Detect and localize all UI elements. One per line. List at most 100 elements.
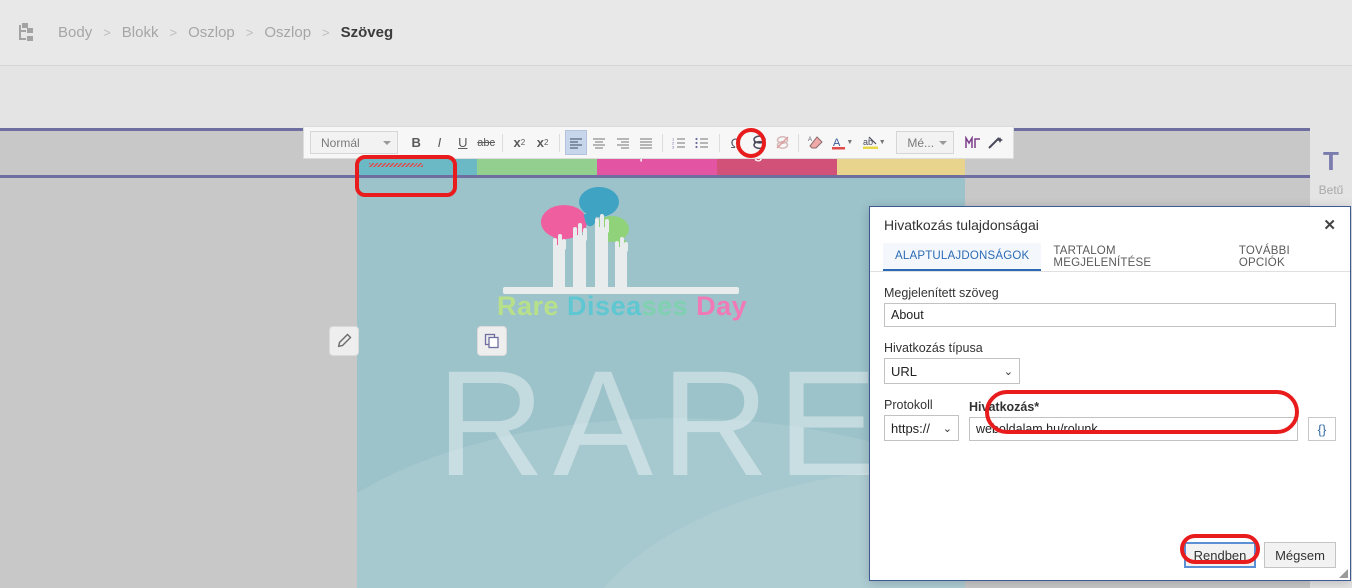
- close-icon[interactable]: ✕: [1323, 216, 1336, 234]
- protocol-group: Protokoll https:// ⌄: [884, 398, 959, 441]
- breadcrumb-item-blokk[interactable]: Blokk: [122, 24, 159, 41]
- paragraph-format-select[interactable]: Normál: [310, 131, 398, 154]
- speech-bubble-blue-icon: [579, 187, 619, 217]
- tab-tartalom-megjelenitese[interactable]: TARTALOM MEGJELENÍTÉSE: [1041, 243, 1226, 271]
- align-right-icon: [616, 137, 629, 149]
- toolbar-divider: [718, 133, 720, 152]
- duplicate-icon: [484, 333, 499, 349]
- align-center-button[interactable]: [588, 130, 610, 155]
- numbered-list-button[interactable]: 123: [668, 130, 690, 155]
- logo-word-day: Day: [696, 291, 748, 321]
- link-type-value: URL: [891, 363, 918, 379]
- empty-workspace-area: [0, 66, 1352, 128]
- strikethrough-button[interactable]: abc: [475, 130, 497, 155]
- remove-format-button[interactable]: A: [804, 130, 826, 155]
- breadcrumb-item-oszlop-1[interactable]: Oszlop: [188, 24, 235, 41]
- dialog-footer: Rendben Mégsem: [870, 530, 1350, 580]
- dialog-title: Hivatkozás tulajdonságai: [884, 217, 1039, 233]
- breadcrumb-separator: >: [322, 25, 330, 40]
- bold-button[interactable]: B: [405, 130, 427, 155]
- chevron-down-icon: ▼: [846, 139, 854, 146]
- italic-button[interactable]: I: [428, 130, 450, 155]
- link-icon: [752, 135, 766, 150]
- chevron-down-icon: ⌄: [1003, 365, 1013, 378]
- breadcrumb-item-szoveg[interactable]: Szöveg: [341, 24, 394, 41]
- link-type-select[interactable]: URL ⌄: [884, 358, 1020, 384]
- breadcrumb: Body > Blokk > Oszlop > Oszlop > Szöveg: [58, 24, 393, 41]
- magic-wand-icon: [988, 136, 1003, 149]
- edit-element-button[interactable]: [329, 326, 359, 356]
- chevron-down-icon: ▼: [878, 139, 886, 146]
- align-left-button[interactable]: [564, 130, 588, 155]
- chevron-down-icon: ⌄: [942, 422, 952, 435]
- typography-icon[interactable]: T: [1310, 146, 1352, 177]
- align-justify-icon: [639, 137, 652, 149]
- breadcrumb-separator: >: [169, 25, 178, 40]
- protocol-select[interactable]: https:// ⌄: [884, 415, 959, 441]
- unlink-button[interactable]: [771, 130, 793, 155]
- highlight-color-icon: ab: [862, 136, 878, 149]
- rare-diseases-day-logo: Rare Diseases Day: [491, 183, 751, 323]
- tab-alaptulajdonsagok[interactable]: ALAPTULAJDONSÁGOK: [883, 243, 1042, 271]
- pencil-icon: [337, 333, 352, 348]
- superscript-button[interactable]: x2: [531, 130, 553, 155]
- text-color-button[interactable]: A ▼: [828, 130, 858, 155]
- lm-icon: [964, 135, 980, 148]
- chevron-down-icon: [383, 140, 391, 145]
- toolbar-divider: [502, 133, 504, 152]
- bulleted-list-icon: [695, 137, 709, 148]
- align-justify-button[interactable]: [635, 130, 657, 155]
- protocol-value: https://: [891, 420, 931, 436]
- underline-button[interactable]: U: [452, 130, 474, 155]
- align-right-button[interactable]: [612, 130, 634, 155]
- link-url-row: Protokoll https:// ⌄ Hivatkozás* webolda…: [884, 398, 1336, 441]
- toolbar-divider: [662, 133, 664, 152]
- toolbar-divider: [798, 133, 800, 152]
- href-input[interactable]: weboldalam.hu/rolunk: [969, 417, 1298, 441]
- rich-text-toolbar: Normál B I U abc x2 x2 1 2 3 Ω A A ▼ ab …: [303, 126, 1014, 159]
- special-character-button[interactable]: Ω: [725, 130, 747, 155]
- logo-word-ses: ses: [641, 291, 697, 321]
- svg-text:3: 3: [672, 144, 675, 149]
- href-group: Hivatkozás* weboldalam.hu/rolunk: [969, 400, 1298, 441]
- magic-wand-button[interactable]: [985, 130, 1007, 155]
- ok-button[interactable]: Rendben: [1184, 542, 1256, 568]
- typography-label: Betű: [1318, 183, 1344, 197]
- href-label: Hivatkozás*: [969, 400, 1040, 414]
- placeholder-variable-button[interactable]: {}: [1308, 417, 1336, 441]
- logo-text: Rare Diseases Day: [497, 291, 747, 322]
- more-format-select[interactable]: Mé...: [896, 131, 955, 154]
- subscript-button[interactable]: x2: [508, 130, 530, 155]
- editor-screen: Body > Blokk > Oszlop > Oszlop > Szöveg …: [0, 0, 1352, 588]
- lm-tool-button[interactable]: [961, 130, 983, 155]
- bulleted-list-button[interactable]: [691, 130, 713, 155]
- tab-tovabbi-opciok[interactable]: TOVÁBBI OPCIÓK: [1227, 243, 1350, 271]
- cancel-button[interactable]: Mégsem: [1264, 542, 1336, 568]
- align-center-icon: [593, 137, 606, 149]
- dialog-resize-grip[interactable]: [1339, 569, 1348, 578]
- dialog-header: Hivatkozás tulajdonságai ✕: [870, 207, 1350, 243]
- link-type-label: Hivatkozás típusa: [884, 341, 983, 355]
- text-color-icon: A: [832, 137, 846, 149]
- breadcrumb-bar: Body > Blokk > Oszlop > Oszlop > Szöveg: [0, 0, 1352, 66]
- more-format-value: Mé...: [907, 135, 935, 150]
- spellcheck-squiggle: [369, 163, 423, 167]
- tree-structure-icon[interactable]: [16, 22, 38, 44]
- protocol-label: Protokoll: [884, 398, 933, 412]
- display-text-input[interactable]: About: [884, 303, 1336, 327]
- paragraph-format-value: Normál: [321, 135, 360, 150]
- breadcrumb-item-body[interactable]: Body: [58, 24, 92, 41]
- breadcrumb-separator: >: [103, 25, 111, 40]
- raised-hand-icon: [615, 237, 628, 291]
- raised-hand-icon: [573, 223, 587, 291]
- svg-text:ab: ab: [863, 137, 873, 147]
- svg-text:A: A: [808, 137, 812, 143]
- background-color-button[interactable]: ab ▼: [859, 130, 889, 155]
- dialog-tabs: ALAPTULAJDONSÁGOK TARTALOM MEGJELENÍTÉSE…: [870, 243, 1350, 271]
- eraser-icon: A: [808, 136, 823, 149]
- breadcrumb-item-oszlop-2[interactable]: Oszlop: [264, 24, 311, 41]
- duplicate-element-button[interactable]: [477, 326, 507, 356]
- insert-link-button[interactable]: [748, 130, 770, 155]
- toolbar-divider: [558, 133, 560, 152]
- raised-hand-icon: [553, 234, 566, 291]
